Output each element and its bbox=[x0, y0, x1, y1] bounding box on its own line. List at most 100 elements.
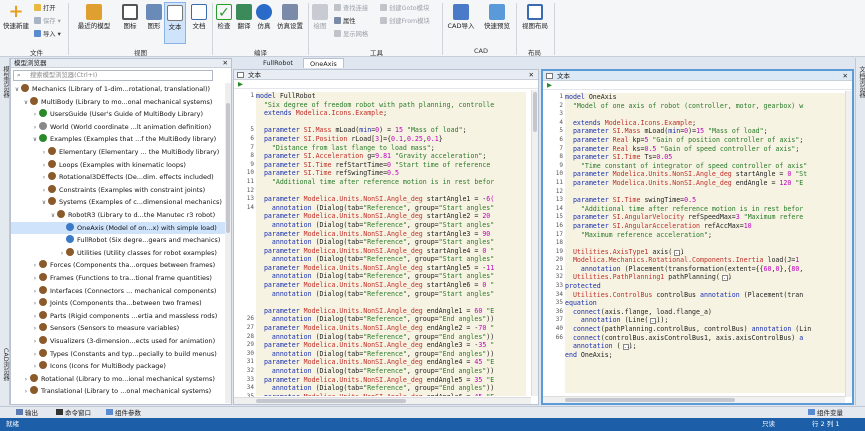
chevron-right-icon[interactable]: › bbox=[31, 298, 39, 310]
chevron-right-icon[interactable]: › bbox=[22, 374, 30, 386]
code-line[interactable]: Modelica.Mechanics.Rotational.Components… bbox=[565, 256, 845, 265]
chevron-right-icon[interactable]: › bbox=[40, 147, 48, 159]
text-view-button[interactable]: 文本 bbox=[164, 2, 186, 44]
tree-item[interactable]: ∨ Systems (Examples of c...dimensional me… bbox=[11, 196, 225, 208]
tree-item[interactable]: › Loops (Examples with kinematic loops) bbox=[11, 159, 225, 171]
tree-item[interactable]: › UsersGuide (User's Guide of MultiBody L… bbox=[11, 108, 225, 120]
code-area[interactable]: model FullRobot "Six degree of freedom r… bbox=[256, 92, 526, 396]
code-line[interactable] bbox=[256, 187, 526, 196]
close-icon[interactable]: ✕ bbox=[843, 71, 848, 81]
code-line[interactable]: equation bbox=[565, 299, 845, 308]
code-line[interactable]: parameter Modelica.Units.NonSI.Angle_deg… bbox=[256, 376, 526, 385]
simulate-button[interactable]: 仿真 bbox=[254, 4, 274, 30]
chevron-down-icon[interactable]: ∨ bbox=[49, 210, 57, 222]
code-line[interactable]: annotation (Dialog(tab="Reference", grou… bbox=[256, 255, 526, 264]
chevron-right-icon[interactable]: › bbox=[31, 286, 39, 298]
vertical-scrollbar[interactable] bbox=[845, 91, 852, 397]
code-area[interactable]: model OneAxis "Model of one axis of robo… bbox=[565, 93, 845, 393]
code-line[interactable]: parameter Real ks=0.5 "Gain of speed con… bbox=[565, 145, 845, 154]
tree-item[interactable]: › Visualizers (3-dimension...ects used fo… bbox=[11, 335, 225, 347]
code-line[interactable]: parameter Modelica.Units.NonSI.Angle_deg… bbox=[256, 393, 526, 396]
chevron-right-icon[interactable]: › bbox=[40, 172, 48, 184]
code-line[interactable]: annotation (Dialog(tab="Reference", grou… bbox=[256, 315, 526, 324]
code-line[interactable]: annotation (Dialog(tab="Reference", grou… bbox=[256, 384, 526, 393]
tree-item[interactable]: › Forces (Components tha...orques between… bbox=[11, 259, 225, 271]
code-line[interactable]: annotation (Dialog(tab="Reference", grou… bbox=[256, 290, 526, 299]
chevron-down-icon[interactable]: ∨ bbox=[31, 134, 39, 146]
code-line[interactable]: parameter SI.Time swingTime=0.5 bbox=[565, 196, 845, 205]
code-line[interactable] bbox=[256, 298, 526, 307]
tree-item[interactable]: › Icons (Icons for MultiBody package) bbox=[11, 360, 225, 372]
code-line[interactable]: parameter Modelica.Units.NonSI.Angle_deg… bbox=[256, 195, 526, 204]
code-line[interactable]: parameter SI.Acceleration g=9.81 "Gravit… bbox=[256, 152, 526, 161]
horizontal-scrollbar[interactable] bbox=[234, 397, 531, 404]
horizontal-scrollbar[interactable] bbox=[543, 396, 845, 403]
tree-item[interactable]: ∨ RobotR3 (Library to d...the Manutec r3 … bbox=[11, 209, 225, 221]
code-line[interactable]: parameter Modelica.Units.NonSI.Angle_deg… bbox=[256, 247, 526, 256]
tree-item[interactable]: › Joints (Components tha...between two fr… bbox=[11, 297, 225, 309]
code-line[interactable]: parameter Modelica.Units.NonSI.Angle_deg… bbox=[256, 324, 526, 333]
chevron-right-icon[interactable]: › bbox=[31, 311, 39, 323]
tree-item[interactable]: › Interfaces (Connectors ... mechanical c… bbox=[11, 285, 225, 297]
tab-oneaxis[interactable]: OneAxis bbox=[303, 58, 344, 68]
code-line[interactable]: parameter SI.Mass mLoad(min=0)=15 "Mass … bbox=[565, 127, 845, 136]
code-line[interactable]: parameter Modelica.Units.NonSI.Angle_deg… bbox=[256, 341, 526, 350]
code-line[interactable]: annotation (Dialog(tab="Reference", grou… bbox=[256, 272, 526, 281]
tree-item[interactable]: › Sensors (Sensors to measure variables) bbox=[11, 322, 225, 334]
find-connection-button[interactable]: 查找连接 bbox=[334, 4, 368, 13]
search-input[interactable]: ⌕ 搜索模型浏览器(Ctrl+I) bbox=[13, 70, 213, 81]
code-line[interactable]: connect(controlBus.axisControlBus1, axis… bbox=[565, 334, 845, 343]
view-layout-button[interactable]: 视图布局 bbox=[520, 4, 550, 30]
tree-item[interactable]: › Rotational (Library to mo...ional mecha… bbox=[11, 373, 225, 385]
code-line[interactable]: parameter Real kp=5 "Gain of position co… bbox=[565, 136, 845, 145]
cad-import-button[interactable]: CAD导入 bbox=[446, 4, 476, 30]
chevron-down-icon[interactable]: ∨ bbox=[13, 84, 21, 96]
chevron-right-icon[interactable]: › bbox=[31, 361, 39, 373]
quick-new-button[interactable]: + 快速新建 bbox=[2, 3, 30, 31]
code-line[interactable]: annotation (...); bbox=[565, 342, 845, 351]
chevron-down-icon[interactable]: ∨ bbox=[22, 97, 30, 109]
chevron-right-icon[interactable]: › bbox=[40, 160, 48, 172]
code-line[interactable]: annotation (Placement(transformation(ext… bbox=[565, 265, 845, 274]
code-line[interactable]: Utilities.ControlBus controlBus annotati… bbox=[565, 291, 845, 300]
create-goto-button[interactable]: 创建Goto模块 bbox=[380, 4, 429, 13]
code-line[interactable]: connect(axis.flange, load.flange_a) bbox=[565, 308, 845, 317]
code-line[interactable]: parameter SI.Time refSwingTime=0.5 bbox=[256, 169, 526, 178]
code-line[interactable]: "Additional time after reference motion … bbox=[565, 205, 845, 214]
show-grid-button[interactable]: 显示网格 bbox=[334, 30, 368, 39]
chevron-right-icon[interactable]: › bbox=[31, 349, 39, 361]
code-line[interactable]: annotation (Dialog(tab="Reference", grou… bbox=[256, 204, 526, 213]
chevron-right-icon[interactable]: › bbox=[31, 323, 39, 335]
code-line[interactable]: extends Modelica.Icons.Example; bbox=[256, 109, 526, 118]
icon-view-button[interactable]: 图标 bbox=[118, 4, 142, 30]
vertical-scrollbar[interactable] bbox=[531, 90, 538, 396]
code-line[interactable]: "Distance from last flange to load mass"… bbox=[256, 144, 526, 153]
model-browser-side-tab[interactable]: 模型浏览器 bbox=[1, 66, 10, 98]
code-line[interactable]: Utilities.PathPlanning1 pathPlanning(...… bbox=[565, 273, 845, 282]
code-line[interactable] bbox=[565, 239, 845, 248]
code-line[interactable]: parameter Modelica.Units.NonSI.Angle_deg… bbox=[565, 170, 845, 179]
chevron-right-icon[interactable]: › bbox=[31, 336, 39, 348]
doc-view-button[interactable]: 文档 bbox=[188, 4, 210, 30]
code-line[interactable]: annotation (Dialog(tab="Reference", grou… bbox=[256, 333, 526, 342]
tree-item[interactable]: › Rotational3DEffects (De...dim. effects … bbox=[11, 171, 225, 183]
check-button[interactable]: ✓ 检查 bbox=[214, 4, 234, 30]
code-line[interactable]: parameter Modelica.Units.NonSI.Angle_deg… bbox=[256, 281, 526, 290]
tree-item[interactable]: › Parts (Rigid components ...ertia and ma… bbox=[11, 310, 225, 322]
chevron-right-icon[interactable]: › bbox=[22, 386, 30, 398]
tree-item[interactable]: FullRobot (Six degre...gears and mechani… bbox=[11, 234, 225, 246]
close-icon[interactable]: ✕ bbox=[223, 59, 228, 68]
code-line[interactable]: model FullRobot bbox=[256, 92, 526, 101]
code-line[interactable]: "Six degree of freedom robot with path p… bbox=[256, 101, 526, 110]
code-line[interactable]: "Maximum reference acceleration"; bbox=[565, 231, 845, 240]
tree-item[interactable]: › Constraints (Examples with constraint j… bbox=[11, 184, 225, 196]
code-line[interactable] bbox=[565, 188, 845, 197]
cad-browser-side-tab[interactable]: CAD浏览器 bbox=[1, 348, 10, 380]
chevron-right-icon[interactable]: › bbox=[31, 260, 39, 272]
save-button[interactable]: 保存 ▾ bbox=[34, 17, 61, 26]
create-from-button[interactable]: 创建From模块 bbox=[380, 17, 430, 26]
code-line[interactable]: "Additional time after reference motion … bbox=[256, 178, 526, 187]
chevron-right-icon[interactable]: › bbox=[31, 273, 39, 285]
doc-browser-side-tab[interactable]: 文档浏览器 bbox=[857, 66, 865, 98]
code-line[interactable]: parameter SI.AngularAcceleration refAccM… bbox=[565, 222, 845, 231]
